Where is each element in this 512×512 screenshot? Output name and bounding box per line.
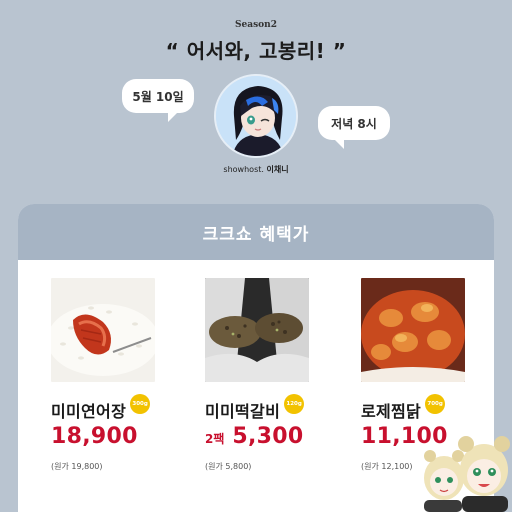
- product-price: 5,300: [232, 424, 304, 449]
- host-name: 이채니: [266, 165, 289, 174]
- product-photo: [205, 278, 309, 382]
- host-label: showhost.: [223, 165, 264, 174]
- bubble-tail: [334, 139, 344, 149]
- original-price: (원가 19,800): [51, 462, 103, 471]
- host-credit: showhost. 이채니: [0, 164, 512, 175]
- product-photo: [361, 278, 465, 382]
- pack-count: 2팩: [205, 432, 225, 446]
- time-text: 저녁 8시: [331, 116, 377, 131]
- product-name: 로제찜닭: [361, 402, 422, 421]
- product-card[interactable]: 미미떡갈비 120g 2팩 5,300 (원가 5,800): [205, 278, 315, 472]
- product-card[interactable]: 미미연어장 300g 18,900 (원가 19,800): [51, 278, 161, 472]
- tteokgalbi-icon: [205, 278, 309, 382]
- mascot-icon: [424, 436, 510, 512]
- weight-badge: 300g: [130, 394, 151, 414]
- product-name: 미미떡갈비: [205, 402, 281, 421]
- time-bubble: 저녁 8시: [318, 106, 390, 149]
- original-price: (원가 5,800): [205, 462, 252, 471]
- date-bubble: 5월 10일: [122, 79, 194, 122]
- salmon-rice-icon: [51, 278, 155, 382]
- product-price: 18,900: [51, 424, 138, 449]
- page-title: “ 어서와, 고봉리! ”: [165, 39, 347, 63]
- season-label: Season2: [235, 20, 277, 30]
- avatar: [214, 74, 298, 158]
- host-portrait-icon: [216, 76, 296, 156]
- mascot-characters: [422, 426, 512, 512]
- product-photo: [51, 278, 155, 382]
- product-name: 미미연어장: [51, 402, 127, 421]
- date-text: 5월 10일: [132, 89, 184, 104]
- panel-header: 크크쇼 혜택가: [18, 204, 494, 260]
- rose-jjimdak-icon: [361, 278, 465, 382]
- weight-badge: 700g: [425, 394, 446, 414]
- weight-badge: 120g: [284, 394, 305, 414]
- bubble-tail: [168, 112, 178, 122]
- panel-title: 크크쇼 혜택가: [202, 224, 310, 245]
